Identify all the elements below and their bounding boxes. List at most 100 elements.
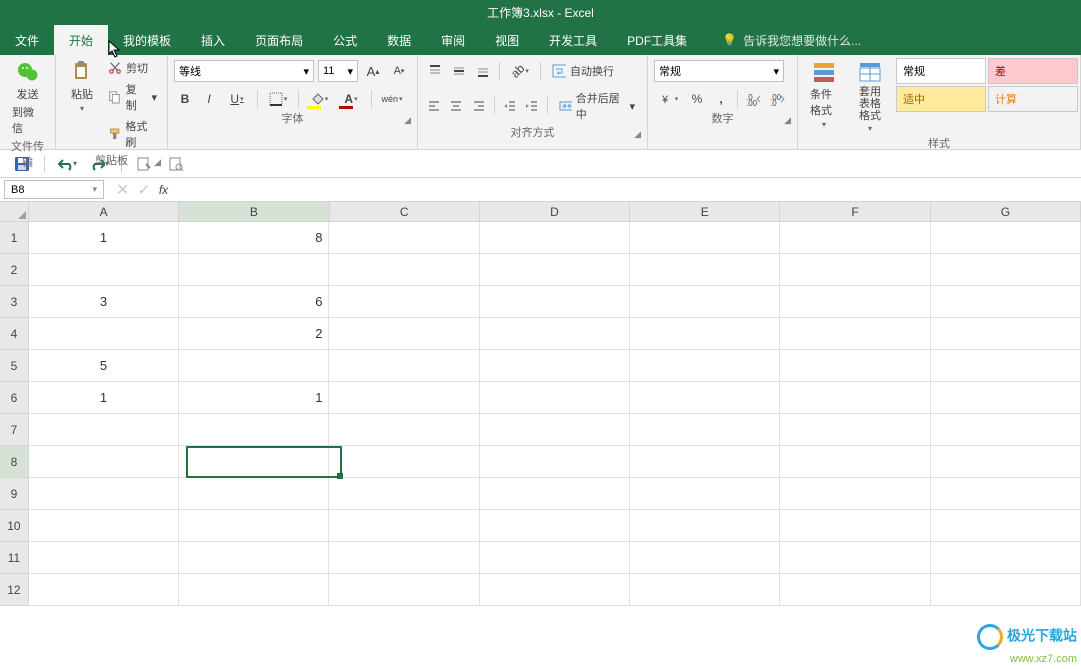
row-header-11[interactable]: 11 (0, 542, 29, 574)
col-header-E[interactable]: E (630, 202, 780, 221)
row-header-1[interactable]: 1 (0, 222, 29, 254)
increase-decimal-button[interactable]: .0.00 (743, 88, 765, 110)
tab-dev[interactable]: 开发工具 (534, 25, 612, 55)
cell-B6[interactable]: 1 (179, 382, 329, 414)
cell-B3[interactable]: 6 (179, 286, 329, 318)
tab-data[interactable]: 数据 (372, 25, 426, 55)
send-to-wechat-button[interactable]: 发送 到微信 (6, 58, 49, 138)
col-header-G[interactable]: G (931, 202, 1081, 221)
row-header-4[interactable]: 4 (0, 318, 29, 350)
font-size-select[interactable]: 11▾ (318, 60, 358, 82)
cell-A8[interactable] (29, 446, 179, 478)
cell-G1[interactable] (931, 222, 1081, 254)
wrap-text-button[interactable]: 自动换行 (546, 61, 620, 81)
col-header-C[interactable]: C (330, 202, 480, 221)
accounting-format-button[interactable]: ¥▾ (654, 88, 684, 110)
decrease-font-button[interactable]: A▾ (388, 60, 410, 82)
select-all-corner[interactable] (0, 202, 29, 221)
row-header-12[interactable]: 12 (0, 574, 29, 606)
tab-pdf[interactable]: PDF工具集 (612, 25, 702, 55)
cell-A6[interactable]: 1 (29, 382, 179, 414)
format-painter-button[interactable]: 格式刷 (104, 116, 161, 152)
row-header-10[interactable]: 10 (0, 510, 29, 542)
underline-button[interactable]: U▾ (222, 88, 252, 110)
cell-F1[interactable] (780, 222, 930, 254)
cell-A3[interactable]: 3 (29, 286, 179, 318)
name-box[interactable]: B8▾ (4, 180, 104, 199)
tab-review[interactable]: 审阅 (426, 25, 480, 55)
enter-formula-button[interactable]: ✓ (137, 180, 150, 200)
row-header-8[interactable]: 8 (0, 446, 29, 478)
align-bottom-button[interactable] (472, 60, 494, 82)
cell-style-good[interactable]: 适中 (896, 86, 986, 112)
cell-B9[interactable] (179, 478, 329, 510)
cell-B7[interactable] (179, 414, 329, 446)
cell-D1[interactable] (480, 222, 630, 254)
align-left-button[interactable] (424, 95, 444, 117)
col-header-B[interactable]: B (179, 202, 329, 221)
align-center-button[interactable] (446, 95, 466, 117)
increase-font-button[interactable]: A▴ (362, 60, 384, 82)
dialog-launcher-icon[interactable]: ◢ (404, 115, 411, 126)
cell-B8[interactable] (179, 446, 329, 478)
align-middle-button[interactable] (448, 60, 470, 82)
tab-layout[interactable]: 页面布局 (240, 25, 318, 55)
row-header-5[interactable]: 5 (0, 350, 29, 382)
cell-style-normal[interactable]: 常规 (896, 58, 986, 84)
cell-B10[interactable] (179, 510, 329, 542)
cell-B5[interactable] (179, 350, 329, 382)
row-header-3[interactable]: 3 (0, 286, 29, 318)
cancel-formula-button[interactable]: ✕ (116, 180, 129, 200)
cell-A9[interactable] (29, 478, 179, 510)
qat-btn-2[interactable] (166, 154, 186, 174)
align-top-button[interactable] (424, 60, 446, 82)
border-button[interactable]: ▾ (263, 88, 293, 110)
cell-E1[interactable] (630, 222, 780, 254)
cell-style-calc[interactable]: 计算 (988, 86, 1078, 112)
cell-A1[interactable]: 1 (29, 222, 179, 254)
cell-A7[interactable] (29, 414, 179, 446)
tab-view[interactable]: 视图 (480, 25, 534, 55)
decrease-indent-button[interactable] (500, 95, 520, 117)
increase-indent-button[interactable] (522, 95, 542, 117)
tab-insert[interactable]: 插入 (186, 25, 240, 55)
cell-B1[interactable]: 8 (179, 222, 329, 254)
cell-B4[interactable]: 2 (179, 318, 329, 350)
comma-button[interactable]: , (710, 88, 732, 110)
conditional-format-button[interactable]: 条件格式▾ (804, 58, 844, 131)
dialog-launcher-icon[interactable]: ◢ (154, 157, 161, 168)
bold-button[interactable]: B (174, 88, 196, 110)
orientation-button[interactable]: ab▾ (505, 60, 535, 82)
percent-button[interactable]: % (686, 88, 708, 110)
phonetic-button[interactable]: wén▾ (377, 88, 407, 110)
align-right-button[interactable] (469, 95, 489, 117)
copy-button[interactable]: 复制▾ (104, 79, 161, 115)
col-header-F[interactable]: F (780, 202, 930, 221)
row-header-9[interactable]: 9 (0, 478, 29, 510)
tab-file[interactable]: 文件 (0, 25, 54, 55)
formula-input[interactable] (176, 178, 1081, 201)
tell-me[interactable]: 💡 告诉我您想要做什么... (722, 25, 861, 55)
row-header-6[interactable]: 6 (0, 382, 29, 414)
tab-home[interactable]: 开始 (54, 25, 108, 55)
cell-A10[interactable] (29, 510, 179, 542)
spreadsheet-grid[interactable]: 118 2 336 42 55 611 7 8 9 10 11 12 (0, 222, 1081, 606)
cell-A11[interactable] (29, 542, 179, 574)
dialog-launcher-icon[interactable]: ◢ (784, 115, 791, 126)
decrease-decimal-button[interactable]: .00.0 (767, 88, 789, 110)
row-header-7[interactable]: 7 (0, 414, 29, 446)
font-color-button[interactable]: A▾ (336, 88, 366, 110)
cell-A2[interactable] (29, 254, 179, 286)
merge-center-button[interactable]: 合并后居中▾ (553, 88, 641, 124)
tab-template[interactable]: 我的模板 (108, 25, 186, 55)
format-as-table-button[interactable]: 套用 表格格式▾ (850, 58, 890, 135)
col-header-D[interactable]: D (480, 202, 630, 221)
cell-B2[interactable] (179, 254, 329, 286)
dialog-launcher-icon[interactable]: ◢ (634, 129, 641, 140)
fill-color-button[interactable]: ▾ (304, 88, 334, 110)
row-header-2[interactable]: 2 (0, 254, 29, 286)
paste-button[interactable]: 粘贴 ▾ (62, 58, 102, 115)
italic-button[interactable]: I (198, 88, 220, 110)
font-name-select[interactable]: 等线▾ (174, 60, 314, 82)
col-header-A[interactable]: A (29, 202, 179, 221)
